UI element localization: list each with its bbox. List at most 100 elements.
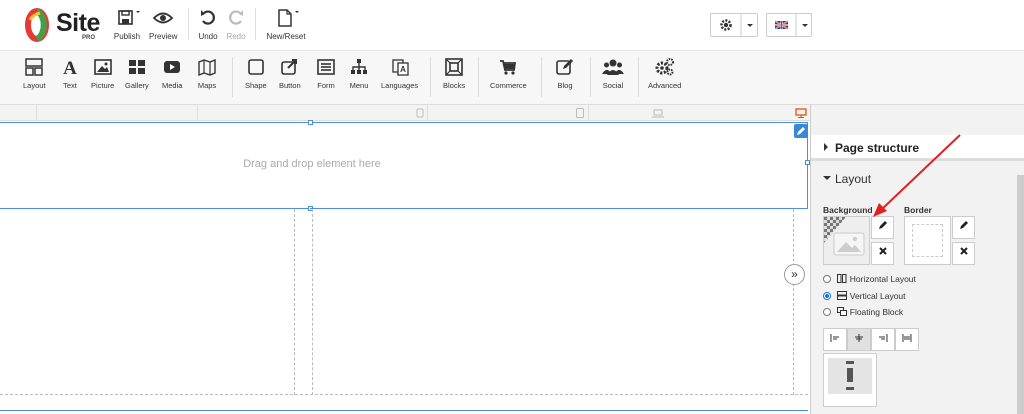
tool-layout[interactable]: Layout [23,57,46,90]
tool-menu[interactable]: Menu [349,57,369,90]
tool-maps[interactable]: Maps [197,57,217,90]
tool-text-label: Text [63,81,77,90]
svg-text:A: A [400,65,406,74]
tool-social[interactable]: Social [602,57,624,90]
close-icon [878,247,887,255]
undo-button[interactable]: Undo [198,8,218,41]
save-icon [118,10,140,25]
align-center-button[interactable] [847,328,871,351]
map-icon [198,58,216,77]
form-icon [317,59,335,75]
cart-icon [500,60,517,75]
tool-shape[interactable]: Shape [245,57,267,90]
tool-media-label: Media [162,81,183,90]
tool-shape-label: Shape [245,81,267,90]
tool-form[interactable]: Form [316,57,336,90]
align-justify-button[interactable] [895,328,919,351]
preview-label: Preview [149,32,178,41]
tool-button[interactable]: Button [279,57,301,90]
align-left-icon [830,334,839,342]
vertical-layout-label: Vertical Layout [849,291,906,301]
tool-commerce-label: Commerce [490,81,527,90]
new-reset-button[interactable]: New/Reset [266,8,306,41]
top-bar: Site PRO Publish Preview Undo Redo New/R… [0,0,1024,50]
tool-layout-label: Layout [23,81,46,90]
tablet-breakpoint-icon[interactable] [576,108,584,118]
tool-commerce[interactable]: Commerce [490,57,527,90]
desktop-breakpoint-icon[interactable] [795,108,807,118]
language-dropdown[interactable] [766,13,812,37]
clear-background-button[interactable] [871,242,894,265]
redo-button[interactable]: Redo [226,8,246,41]
annotation-arrow [873,134,961,217]
vertical-align-icon [846,361,854,390]
translate-icon: A [391,59,409,76]
edit-background-button[interactable] [871,216,894,239]
floating-block-label: Floating Block [849,307,904,317]
uk-flag-icon [774,14,808,36]
radio-horizontal[interactable] [823,275,831,283]
layout-section-label: Layout [835,172,872,186]
pencil-icon [959,221,968,229]
vertical-alignment-preview[interactable] [823,353,877,407]
tool-blog-label: Blog [557,81,573,90]
page-canvas[interactable]: Drag and drop element here [0,105,810,414]
tool-picture[interactable]: Picture [91,57,114,90]
tool-blog[interactable]: Blog [555,57,575,90]
drop-zone-row[interactable]: Drag and drop element here [0,122,808,209]
settings-dropdown[interactable] [710,13,758,37]
tool-blocks[interactable]: Blocks [443,57,465,90]
tool-languages[interactable]: A Languages [381,57,418,90]
tool-advanced[interactable]: Advanced [648,57,681,90]
resize-handle[interactable] [308,120,313,125]
column-divider [312,209,313,395]
layout-row[interactable] [0,208,808,395]
column-divider [294,209,295,395]
laptop-breakpoint-icon[interactable] [652,109,664,118]
tool-maps-label: Maps [197,81,217,90]
radio-floating[interactable] [823,308,831,316]
clear-border-button[interactable] [952,242,975,265]
tool-gallery[interactable]: Gallery [125,57,149,90]
site-pro-logo: Site PRO [24,6,104,44]
preview-button[interactable]: Preview [149,8,177,41]
border-preview[interactable] [904,216,951,265]
edit-element-button[interactable] [794,124,808,138]
vertical-layout-option[interactable]: Vertical Layout [823,291,906,301]
tool-text[interactable]: A Text [62,57,78,90]
column-divider [793,209,794,395]
redo-label: Redo [226,32,246,41]
columns-icon [837,274,847,283]
divider [541,57,542,97]
button-icon [281,59,297,75]
ruler-tick [197,105,198,121]
tool-media[interactable]: Media [162,57,182,90]
tool-button-label: Button [279,81,301,90]
section-border [0,410,808,411]
publish-button[interactable]: Publish [112,8,142,41]
background-preview[interactable] [823,216,870,265]
border-sample [912,224,943,257]
panel-scrollbar[interactable] [1017,175,1024,414]
divider [430,57,431,97]
tool-form-label: Form [317,81,335,90]
horizontal-layout-option[interactable]: Horizontal Layout [823,274,916,284]
ruler-tick [36,105,37,121]
align-right-button[interactable] [871,328,895,351]
edit-border-button[interactable] [952,216,975,239]
sitemap-icon [351,59,367,74]
blocks-icon [445,58,463,76]
text-icon: A [63,58,77,77]
cogs-icon [655,58,674,76]
tool-gallery-label: Gallery [125,81,149,90]
divider [232,57,233,97]
radio-vertical[interactable] [823,292,831,300]
expand-panel-button[interactable]: » [784,264,805,285]
phone-breakpoint-icon[interactable] [416,108,424,118]
gallery-icon [128,60,145,74]
picture-icon [93,59,112,75]
redo-icon [229,10,243,25]
floating-block-option[interactable]: Floating Block [823,307,903,317]
align-left-button[interactable] [823,328,847,351]
tool-menu-label: Menu [349,81,369,90]
